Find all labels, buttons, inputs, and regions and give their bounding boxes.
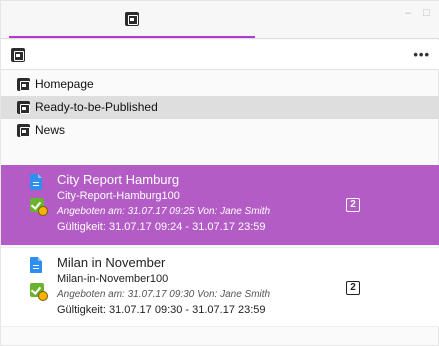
card-validity: Gültigkeit: 31.07.17 09:24 - 31.07.17 23… xyxy=(57,221,266,233)
folder-list: Homepage Ready-to-be-Published News xyxy=(1,73,439,142)
box-icon xyxy=(17,124,30,137)
approved-pending-icon xyxy=(30,198,48,216)
card-offered: Angeboten am: 31.07.17 09:30 Von: Jane S… xyxy=(57,289,271,300)
card-id: City-Report-Hamburg100 xyxy=(57,190,180,202)
card-offered: Angeboten am: 31.07.17 09:25 Von: Jane S… xyxy=(57,206,271,217)
folder-item-homepage[interactable]: Homepage xyxy=(1,73,439,96)
card-validity: Gültigkeit: 31.07.17 09:30 - 31.07.17 23… xyxy=(57,304,266,316)
folder-item-ready-to-be-published[interactable]: Ready-to-be-Published xyxy=(1,96,439,119)
card-id: Milan-in-November100 xyxy=(57,273,169,285)
box-icon xyxy=(17,101,30,114)
publishing-panel: – □ ••• Homepage Ready-to-be-Published N… xyxy=(0,0,439,346)
folder-item-label: Homepage xyxy=(35,77,94,91)
folder-item-label: News xyxy=(35,123,66,137)
tab-active-indicator xyxy=(9,36,255,38)
count-badge: 2 xyxy=(346,198,360,212)
document-icon xyxy=(30,174,42,190)
box-icon xyxy=(17,78,30,91)
count-badge: 2 xyxy=(346,281,360,295)
card-text: City Report Hamburg City-Report-Hamburg1… xyxy=(57,171,270,235)
folder-item-news[interactable]: News xyxy=(1,119,439,142)
folder-item-label: Ready-to-be-Published xyxy=(35,100,158,114)
content-card[interactable]: City Report Hamburg City-Report-Hamburg1… xyxy=(1,165,439,245)
card-title: City Report Hamburg xyxy=(57,172,180,187)
approved-pending-icon xyxy=(30,283,48,301)
content-card[interactable]: Milan in November Milan-in-November100 A… xyxy=(1,247,439,327)
tab-bar: – □ xyxy=(1,1,439,39)
document-icon xyxy=(30,257,42,273)
card-text: Milan in November Milan-in-November100 A… xyxy=(57,254,270,318)
toolbar: ••• xyxy=(1,40,439,70)
maximize-button[interactable]: □ xyxy=(423,7,430,19)
box-icon xyxy=(125,12,139,26)
tab-main[interactable] xyxy=(1,1,255,39)
more-options-button[interactable]: ••• xyxy=(413,47,430,62)
card-title: Milan in November xyxy=(57,255,166,270)
box-icon[interactable] xyxy=(11,48,25,62)
minimize-button[interactable]: – xyxy=(405,7,411,19)
